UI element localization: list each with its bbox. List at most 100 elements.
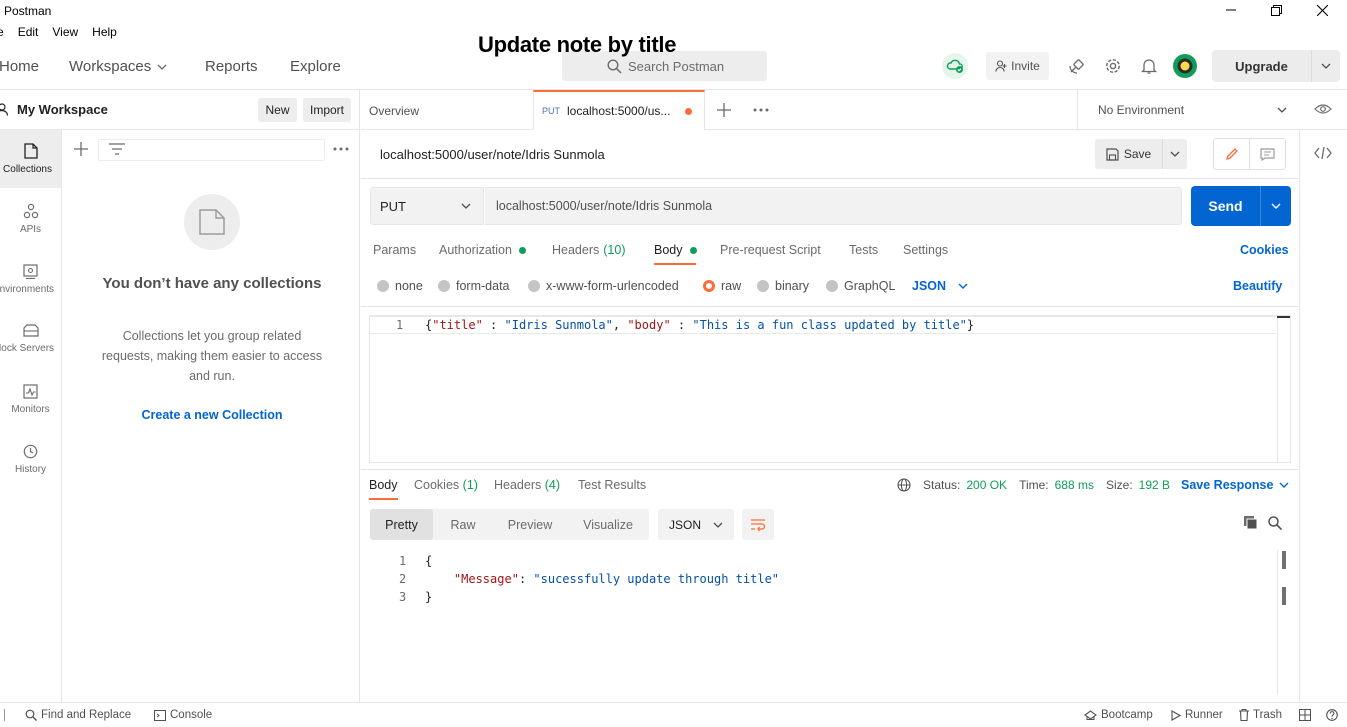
scrollbar-thumb[interactable]: [1277, 316, 1290, 318]
comments-button[interactable]: [1250, 139, 1285, 169]
more-options-button[interactable]: [333, 147, 349, 151]
body-mode-binary[interactable]: binary: [757, 279, 809, 293]
satellite-button[interactable]: [1062, 51, 1092, 81]
line-number: 2: [399, 572, 407, 586]
tab-params[interactable]: Params: [373, 243, 416, 257]
new-tab-button[interactable]: [717, 103, 731, 117]
radio-icon: [826, 280, 838, 292]
format-preview[interactable]: Preview: [493, 509, 567, 540]
create-collection-link[interactable]: Create a new Collection: [80, 408, 344, 422]
layout-toggle-button[interactable]: [1299, 709, 1311, 721]
console-icon: [154, 709, 166, 721]
settings-button[interactable]: [1098, 51, 1128, 81]
response-tab-test-results[interactable]: Test Results: [578, 478, 646, 492]
body-format-select[interactable]: JSON: [912, 279, 968, 293]
method-select[interactable]: PUT: [370, 187, 484, 225]
filter-input[interactable]: [98, 139, 325, 161]
find-replace-button[interactable]: Find and Replace: [25, 709, 131, 721]
add-collection-button[interactable]: [74, 142, 88, 156]
tab-authorization[interactable]: Authorization: [439, 243, 526, 257]
tab-active-request[interactable]: PUT localhost:5000/us...: [533, 90, 705, 130]
sidebar-item-environments[interactable]: Environments: [0, 250, 61, 308]
save-menu-button[interactable]: [1163, 139, 1187, 169]
send-label: Send: [1191, 186, 1261, 226]
send-menu-button[interactable]: [1261, 186, 1291, 226]
tab-headers[interactable]: Headers (10): [552, 243, 625, 257]
url-input[interactable]: localhost:5000/user/note/Idris Sunmola: [485, 187, 1182, 225]
tab-settings[interactable]: Settings: [903, 243, 948, 257]
body-mode-none[interactable]: none: [377, 279, 423, 293]
tab-overview[interactable]: Overview: [369, 104, 419, 118]
response-type-select[interactable]: JSON: [658, 509, 734, 540]
console-button[interactable]: Console: [154, 709, 212, 721]
globe-icon[interactable]: [897, 478, 911, 492]
help-button[interactable]: [1326, 709, 1338, 721]
upgrade-button[interactable]: Upgrade: [1212, 50, 1340, 82]
close-window-button[interactable]: [1299, 0, 1345, 20]
save-response-button[interactable]: Save Response: [1181, 478, 1289, 492]
bootcamp-button[interactable]: Bootcamp: [1084, 709, 1153, 721]
history-icon: [23, 444, 38, 458]
import-button[interactable]: Import: [303, 98, 351, 122]
nav-reports[interactable]: Reports: [205, 58, 258, 75]
tab-options-button[interactable]: [753, 108, 769, 112]
response-tab-cookies[interactable]: Cookies (1): [414, 478, 478, 492]
response-tab-body[interactable]: Body: [369, 478, 398, 492]
scrollbar-thumb[interactable]: [1282, 551, 1286, 569]
menu-help[interactable]: Help: [92, 25, 117, 39]
format-pretty[interactable]: Pretty: [370, 509, 433, 540]
environment-select[interactable]: No Environment: [1077, 90, 1299, 130]
editor-scrollbar[interactable]: [1277, 316, 1290, 462]
nav-home[interactable]: Home: [0, 58, 39, 75]
wrap-lines-button[interactable]: [742, 509, 774, 540]
edit-mode-button[interactable]: [1214, 139, 1250, 169]
notifications-button[interactable]: [1134, 51, 1164, 81]
nav-explore[interactable]: Explore: [290, 58, 341, 75]
menu-view[interactable]: View: [52, 25, 78, 39]
sidebar-item-apis[interactable]: APIs: [0, 190, 61, 248]
body-mode-graphql[interactable]: GraphQL: [826, 279, 895, 293]
code-snippet-button[interactable]: [1314, 146, 1332, 160]
sidebar-item-history[interactable]: History: [0, 430, 61, 488]
new-button[interactable]: New: [258, 98, 297, 122]
copy-button[interactable]: [1243, 515, 1258, 530]
beautify-button[interactable]: Beautify: [1233, 279, 1282, 293]
sidebar-item-collections[interactable]: Collections: [0, 130, 61, 188]
format-visualize[interactable]: Visualize: [567, 509, 649, 540]
minimize-button[interactable]: [1208, 0, 1254, 20]
response-tab-headers[interactable]: Headers (4): [494, 478, 560, 492]
runner-button[interactable]: Runner: [1171, 709, 1223, 721]
send-button[interactable]: Send: [1191, 186, 1291, 226]
body-mode-form-data[interactable]: form-data: [438, 279, 510, 293]
maximize-button[interactable]: [1253, 0, 1299, 20]
save-button[interactable]: Save: [1095, 139, 1187, 169]
trash-button[interactable]: Trash: [1239, 709, 1282, 721]
body-mode-raw[interactable]: raw: [703, 279, 741, 293]
request-name[interactable]: localhost:5000/user/note/Idris Sunmola: [380, 147, 605, 162]
sidebar-item-monitors[interactable]: Monitors: [0, 370, 61, 428]
nav-workspaces[interactable]: Workspaces: [69, 58, 167, 75]
status-label: Status:: [923, 478, 961, 492]
cookies-link[interactable]: Cookies: [1240, 243, 1289, 257]
invite-button[interactable]: Invite: [986, 52, 1049, 80]
workspace-name[interactable]: My Workspace: [17, 102, 108, 117]
search-response-button[interactable]: [1268, 516, 1282, 530]
tab-body[interactable]: Body: [654, 243, 697, 257]
body-mode-urlencoded[interactable]: x-www-form-urlencoded: [528, 279, 679, 293]
avatar[interactable]: [1170, 51, 1200, 81]
sync-status-button[interactable]: [940, 51, 970, 81]
sidebar-item-mock-servers[interactable]: Mock Servers: [0, 310, 61, 368]
menu-edit[interactable]: Edit: [18, 25, 39, 39]
response-code-line[interactable]: "Message": "sucessfully update through t…: [425, 572, 779, 586]
request-body-editor[interactable]: [369, 315, 1291, 463]
code-punct: :: [670, 318, 693, 332]
tab-prerequest-script[interactable]: Pre-request Script: [720, 243, 821, 257]
menu-file[interactable]: e: [0, 25, 4, 39]
upgrade-menu-button[interactable]: [1312, 50, 1340, 82]
tab-tests[interactable]: Tests: [849, 243, 878, 257]
environment-quick-look-button[interactable]: [1314, 103, 1332, 115]
request-body-code[interactable]: {"title" : "Idris Sunmola", "body" : "Th…: [425, 318, 974, 332]
format-raw[interactable]: Raw: [433, 509, 493, 540]
response-scrollbar[interactable]: [1277, 550, 1289, 695]
two-pane-toggle[interactable]: [4, 709, 10, 721]
